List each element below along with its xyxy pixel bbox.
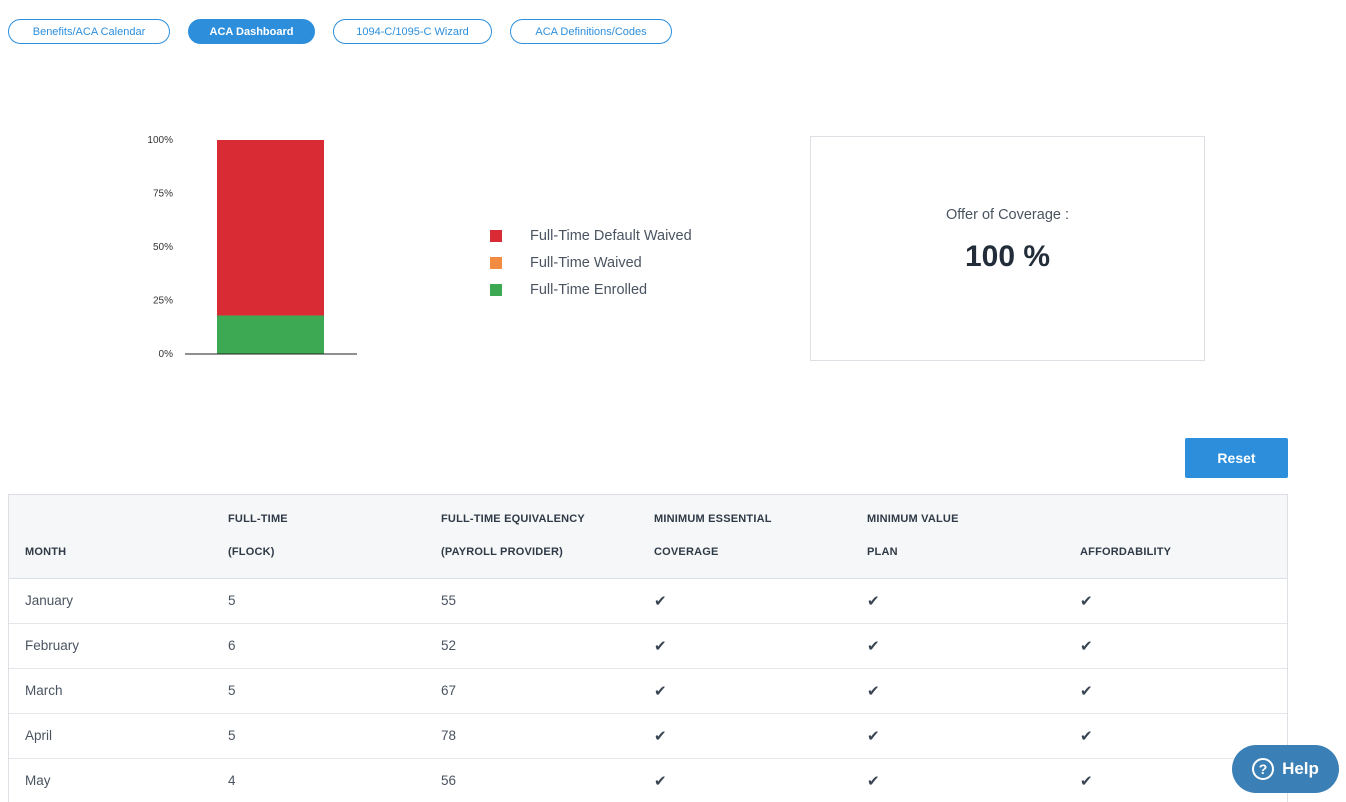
- tab-1094c-1095c-wizard[interactable]: 1094-C/1095-C Wizard: [333, 19, 492, 44]
- coverage-stacked-bar-chart: 0% 25% 50% 75% 100%: [135, 128, 375, 368]
- cell-month: January: [9, 578, 228, 624]
- offer-of-coverage-value: 100 %: [964, 240, 1051, 273]
- check-icon: ✔: [1080, 668, 1287, 714]
- cell-month: May: [9, 758, 228, 802]
- legend-label: Full-Time Default Waived: [530, 227, 692, 244]
- cell-full-time: 5: [228, 713, 441, 759]
- y-tick-label: 100%: [147, 135, 173, 146]
- legend-swatch-green: [490, 283, 502, 296]
- offer-of-coverage-card: Offer of Coverage : 100 %: [810, 136, 1205, 361]
- aca-monthly-table: MONTH FULL-TIME (FLOCK) FULL-TIME EQUIVAL…: [8, 494, 1288, 802]
- y-tick-label: 0%: [159, 349, 174, 360]
- cell-fte: 78: [441, 713, 654, 759]
- legend-label: Full-Time Waived: [530, 254, 642, 271]
- cell-full-time: 6: [228, 623, 441, 669]
- column-header-affordability[interactable]: AFFORDABILITY: [1080, 495, 1287, 579]
- cell-full-time: 4: [228, 758, 441, 802]
- help-button[interactable]: ? Help: [1232, 745, 1339, 793]
- help-label: Help: [1282, 759, 1319, 778]
- check-icon: ✔: [867, 758, 1080, 802]
- cell-fte: 55: [441, 578, 654, 624]
- tab-aca-dashboard[interactable]: ACA Dashboard: [188, 19, 315, 44]
- question-circle-icon: ?: [1252, 758, 1275, 780]
- check-icon: ✔: [867, 713, 1080, 759]
- cell-month: March: [9, 668, 228, 714]
- chart-legend: Full-Time Default Waived Full-Time Waive…: [490, 222, 692, 303]
- check-icon: ✔: [867, 668, 1080, 714]
- column-header-minimum-value-plan[interactable]: MINIMUM VALUE PLAN: [867, 495, 1080, 579]
- table-row[interactable]: March 5 67 ✔ ✔ ✔: [9, 668, 1287, 714]
- column-header-minimum-essential-coverage[interactable]: MINIMUM ESSENTIAL COVERAGE: [654, 495, 867, 579]
- tab-benefits-aca-calendar[interactable]: Benefits/ACA Calendar: [8, 19, 170, 44]
- tab-bar: Benefits/ACA Calendar ACA Dashboard 1094…: [8, 19, 672, 44]
- check-icon: ✔: [654, 578, 867, 624]
- table-header-row: MONTH FULL-TIME (FLOCK) FULL-TIME EQUIVAL…: [9, 495, 1287, 579]
- legend-swatch-orange: [490, 256, 502, 269]
- legend-item-waived: Full-Time Waived: [490, 249, 692, 276]
- reset-button[interactable]: Reset: [1185, 438, 1288, 478]
- check-icon: ✔: [654, 668, 867, 714]
- column-header-month[interactable]: MONTH: [9, 495, 228, 579]
- check-icon: ✔: [867, 623, 1080, 669]
- legend-item-default-waived: Full-Time Default Waived: [490, 222, 692, 249]
- y-tick-label: 75%: [153, 189, 173, 200]
- check-icon: ✔: [654, 623, 867, 669]
- cell-month: April: [9, 713, 228, 759]
- chart-svg: 0% 25% 50% 75% 100%: [147, 135, 357, 360]
- y-tick-label: 25%: [153, 296, 173, 307]
- bar-segment-full-time-enrolled[interactable]: [217, 315, 324, 354]
- check-icon: ✔: [1080, 578, 1287, 624]
- check-icon: ✔: [867, 578, 1080, 624]
- bar-segment-full-time-default-waived[interactable]: [217, 140, 324, 316]
- table-row[interactable]: February 6 52 ✔ ✔ ✔: [9, 623, 1287, 669]
- column-header-full-time-equivalency[interactable]: FULL-TIME EQUIVALENCY (PAYROLL PROVIDER): [441, 495, 654, 579]
- cell-fte: 52: [441, 623, 654, 669]
- check-icon: ✔: [654, 758, 867, 802]
- cell-fte: 56: [441, 758, 654, 802]
- cell-fte: 67: [441, 668, 654, 714]
- legend-item-enrolled: Full-Time Enrolled: [490, 276, 692, 303]
- check-icon: ✔: [1080, 623, 1287, 669]
- cell-full-time: 5: [228, 668, 441, 714]
- y-tick-label: 50%: [153, 242, 173, 253]
- cell-month: February: [9, 623, 228, 669]
- table-row[interactable]: May 4 56 ✔ ✔ ✔: [9, 758, 1287, 802]
- legend-swatch-red: [490, 229, 502, 242]
- column-header-full-time[interactable]: FULL-TIME (FLOCK): [228, 495, 441, 579]
- legend-label: Full-Time Enrolled: [530, 281, 648, 298]
- cell-full-time: 5: [228, 578, 441, 624]
- offer-of-coverage-label: Offer of Coverage :: [945, 207, 1070, 223]
- table-row[interactable]: January 5 55 ✔ ✔ ✔: [9, 578, 1287, 624]
- check-icon: ✔: [654, 713, 867, 759]
- table-row[interactable]: April 5 78 ✔ ✔ ✔: [9, 713, 1287, 759]
- tab-aca-definitions-codes[interactable]: ACA Definitions/Codes: [510, 19, 672, 44]
